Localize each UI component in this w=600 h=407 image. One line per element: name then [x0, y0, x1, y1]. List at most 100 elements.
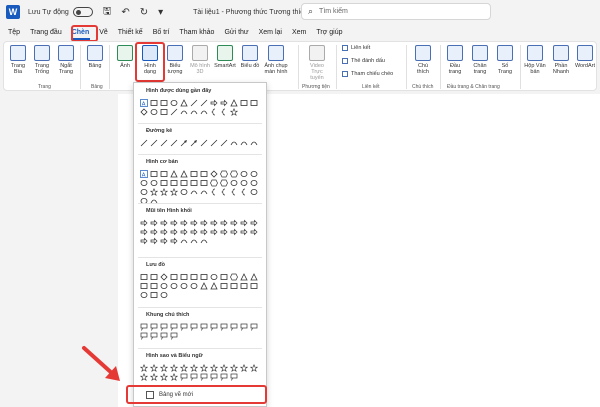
shape-text-icon[interactable]: A	[140, 169, 149, 178]
shape-brace-icon[interactable]	[240, 187, 249, 196]
shape-rect-icon[interactable]	[240, 98, 249, 107]
cover-page-button[interactable]: Trang Bìa	[7, 45, 29, 75]
shape-callout-icon[interactable]	[160, 322, 169, 331]
shape-rect-icon[interactable]	[250, 98, 259, 107]
shape-rarr-icon[interactable]	[160, 227, 169, 236]
shape-rarr-icon[interactable]	[170, 218, 179, 227]
tab-file[interactable]: Tệp	[3, 25, 25, 41]
shape-oval-icon[interactable]	[140, 290, 149, 299]
shape-brace-icon[interactable]	[210, 187, 219, 196]
shape-tri-icon[interactable]	[170, 169, 179, 178]
shape-star-icon[interactable]	[170, 187, 179, 196]
shape-oval-icon[interactable]	[140, 187, 149, 196]
shape-curve-icon[interactable]	[250, 138, 259, 147]
shape-line-icon[interactable]	[210, 138, 219, 147]
shape-curve-icon[interactable]	[240, 138, 249, 147]
shape-rect-icon[interactable]	[220, 272, 229, 281]
shape-star-icon[interactable]	[150, 372, 159, 381]
shape-line-icon[interactable]	[200, 98, 209, 107]
shape-star-icon[interactable]	[170, 372, 179, 381]
shape-callout-icon[interactable]	[180, 322, 189, 331]
footer-button[interactable]: Chân trang	[469, 45, 491, 75]
shape-arrow-icon[interactable]	[190, 138, 199, 147]
shape-tri-icon[interactable]	[180, 169, 189, 178]
shape-rarr-icon[interactable]	[250, 218, 259, 227]
shape-rect-icon[interactable]	[170, 178, 179, 187]
shape-curve-icon[interactable]	[180, 107, 189, 116]
shape-rarr-icon[interactable]	[240, 227, 249, 236]
shape-rarr-icon[interactable]	[190, 218, 199, 227]
shape-brace-icon[interactable]	[220, 187, 229, 196]
smartart-button[interactable]: SmartArt	[214, 45, 236, 69]
shape-oval-icon[interactable]	[160, 290, 169, 299]
shape-rarr-icon[interactable]	[180, 218, 189, 227]
shape-rect-icon[interactable]	[200, 169, 209, 178]
shape-star-icon[interactable]	[220, 363, 229, 372]
shape-callout-icon[interactable]	[210, 372, 219, 381]
shape-rarr-icon[interactable]	[140, 236, 149, 245]
shape-callout-icon[interactable]	[150, 331, 159, 340]
shape-callout-icon[interactable]	[200, 322, 209, 331]
shape-rarr-icon[interactable]	[200, 227, 209, 236]
shape-line-icon[interactable]	[150, 138, 159, 147]
shape-rect-icon[interactable]	[190, 178, 199, 187]
shape-star-icon[interactable]	[170, 363, 179, 372]
shape-tri-icon[interactable]	[200, 281, 209, 290]
bookmark-button[interactable]: Thẻ đánh dấu	[342, 58, 385, 64]
wordart-button[interactable]: WordArt	[574, 45, 596, 69]
shape-rect-icon[interactable]	[200, 272, 209, 281]
blank-page-button[interactable]: Trang Trống	[31, 45, 53, 75]
text-box-button[interactable]: Hộp Văn bản	[524, 45, 546, 75]
chart-button[interactable]: Biểu đồ	[239, 45, 261, 69]
tab-help[interactable]: Trợ giúp	[311, 25, 347, 41]
shape-tri-icon[interactable]	[250, 272, 259, 281]
pictures-button[interactable]: Ảnh	[114, 45, 136, 69]
link-button[interactable]: Liên kết	[342, 45, 370, 51]
shape-rarr-icon[interactable]	[170, 227, 179, 236]
shape-rect-icon[interactable]	[140, 281, 149, 290]
shape-star-icon[interactable]	[140, 363, 149, 372]
shape-hex-icon[interactable]	[220, 178, 229, 187]
shape-star-icon[interactable]	[150, 363, 159, 372]
shape-curve-icon[interactable]	[200, 107, 209, 116]
customize-dropdown-icon[interactable]: ▾	[158, 7, 163, 18]
shape-star-icon[interactable]	[160, 363, 169, 372]
shape-curve-icon[interactable]	[190, 187, 199, 196]
shape-rarr-icon[interactable]	[210, 98, 219, 107]
shape-callout-icon[interactable]	[190, 322, 199, 331]
shape-rarr-icon[interactable]	[220, 218, 229, 227]
shape-curve-icon[interactable]	[180, 236, 189, 245]
shape-rect-icon[interactable]	[170, 272, 179, 281]
shape-callout-icon[interactable]	[250, 322, 259, 331]
shape-line-icon[interactable]	[200, 138, 209, 147]
redo-icon[interactable]: ↻	[140, 7, 148, 18]
shape-rect-icon[interactable]	[230, 281, 239, 290]
shape-text-icon[interactable]: A	[140, 98, 149, 107]
shape-star-icon[interactable]	[230, 107, 239, 116]
tab-view[interactable]: Xem	[287, 25, 311, 41]
tab-review[interactable]: Xem lại	[254, 25, 287, 41]
shape-tri-icon[interactable]	[210, 281, 219, 290]
shape-line-icon[interactable]	[170, 107, 179, 116]
shape-callout-icon[interactable]	[230, 372, 239, 381]
shape-rarr-icon[interactable]	[160, 236, 169, 245]
shape-diamond-icon[interactable]	[210, 169, 219, 178]
shape-callout-icon[interactable]	[230, 322, 239, 331]
tab-mailings[interactable]: Gửi thư	[219, 25, 253, 41]
tab-home[interactable]: Trang đầu	[25, 25, 67, 41]
shape-tri-icon[interactable]	[180, 98, 189, 107]
shape-rect-icon[interactable]	[160, 107, 169, 116]
shape-line-icon[interactable]	[160, 138, 169, 147]
tab-design[interactable]: Thiết kế	[113, 25, 148, 41]
shape-callout-icon[interactable]	[180, 372, 189, 381]
shape-oval-icon[interactable]	[160, 281, 169, 290]
shape-rarr-icon[interactable]	[230, 227, 239, 236]
comment-button[interactable]: Chú thích	[412, 45, 434, 75]
shape-tri-icon[interactable]	[240, 272, 249, 281]
autosave-toggle[interactable]	[72, 7, 93, 17]
shape-rect-icon[interactable]	[160, 169, 169, 178]
shape-callout-icon[interactable]	[200, 372, 209, 381]
shape-oval-icon[interactable]	[140, 178, 149, 187]
shape-star-icon[interactable]	[180, 363, 189, 372]
shape-rarr-icon[interactable]	[250, 227, 259, 236]
